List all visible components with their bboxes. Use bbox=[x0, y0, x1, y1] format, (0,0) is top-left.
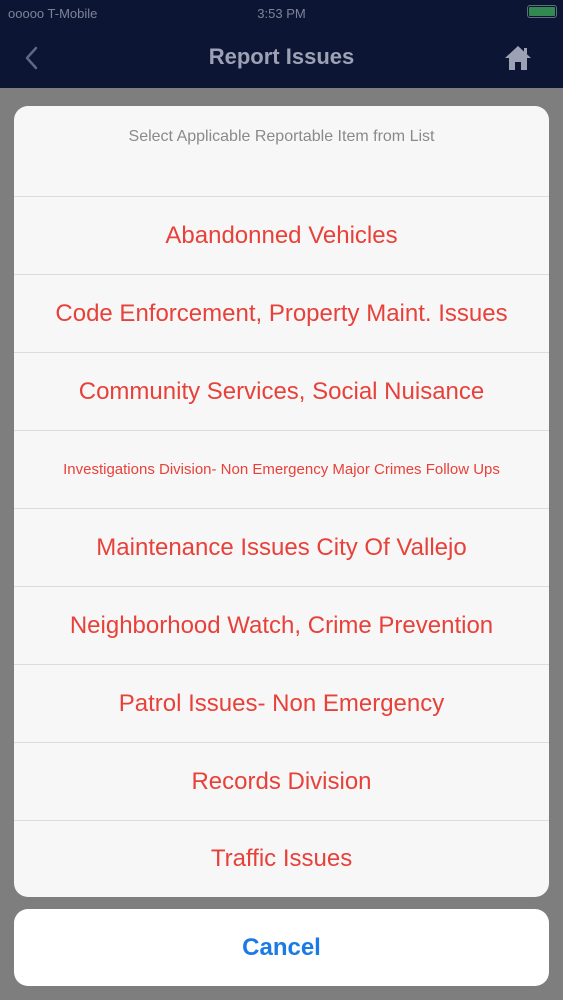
option-investigations-division[interactable]: Investigations Division- Non Emergency M… bbox=[14, 431, 549, 509]
battery-icon bbox=[527, 5, 557, 18]
cancel-button[interactable]: Cancel bbox=[14, 909, 549, 986]
status-time: 3:53 PM bbox=[257, 6, 306, 21]
home-icon[interactable] bbox=[503, 44, 533, 72]
option-neighborhood-watch[interactable]: Neighborhood Watch, Crime Prevention bbox=[14, 587, 549, 665]
option-community-services[interactable]: Community Services, Social Nuisance bbox=[14, 353, 549, 431]
option-patrol-issues[interactable]: Patrol Issues- Non Emergency bbox=[14, 665, 549, 743]
status-right bbox=[527, 5, 557, 18]
nav-bar: Report Issues bbox=[0, 28, 563, 88]
option-records-division[interactable]: Records Division bbox=[14, 743, 549, 821]
action-sheet: Select Applicable Reportable Item from L… bbox=[14, 106, 549, 897]
battery-fill bbox=[529, 7, 555, 16]
option-abandoned-vehicles[interactable]: Abandonned Vehicles bbox=[14, 197, 549, 275]
sheet-header: Select Applicable Reportable Item from L… bbox=[14, 106, 549, 197]
option-traffic-issues[interactable]: Traffic Issues bbox=[14, 821, 549, 897]
page-title: Report Issues bbox=[208, 44, 355, 69]
option-code-enforcement[interactable]: Code Enforcement, Property Maint. Issues bbox=[14, 275, 549, 353]
option-maintenance-issues[interactable]: Maintenance Issues City Of Vallejo bbox=[14, 509, 549, 587]
status-bar: ooooo T-Mobile 3:53 PM bbox=[0, 0, 563, 28]
